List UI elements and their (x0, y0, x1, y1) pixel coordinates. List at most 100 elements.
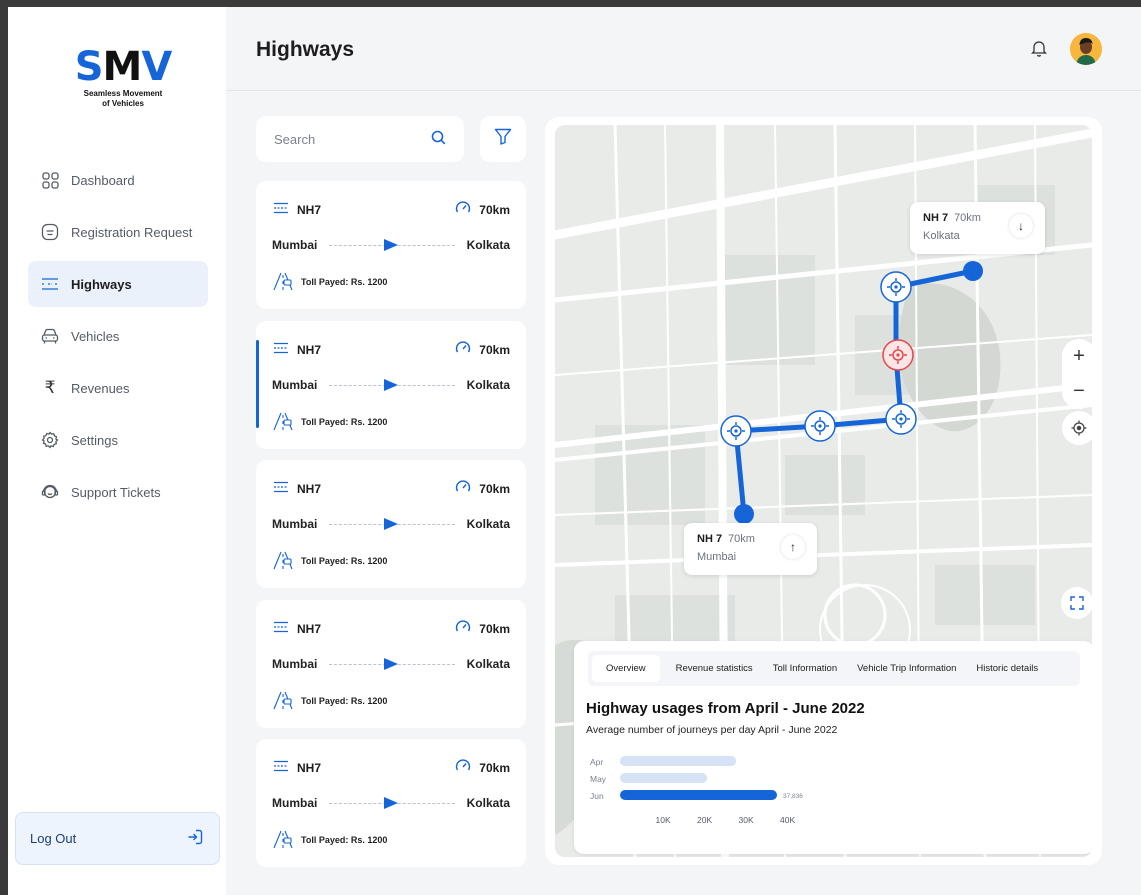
brand-mark: SMV (74, 44, 173, 90)
expand-icon (1070, 596, 1084, 610)
highway-icon (273, 342, 289, 357)
route-origin: Mumbai (272, 657, 318, 671)
fullscreen-button[interactable] (1061, 587, 1092, 619)
popup-highway-name: NH 7 (697, 533, 723, 545)
tab-revenue-statistics[interactable]: Revenue statistics (668, 655, 761, 682)
popup-highway-name: NH 7 (923, 212, 949, 224)
sidebar-item-dashboard[interactable]: Dashboard (28, 157, 208, 203)
map[interactable]: NH 7 70km Kolkata ↓ NH 7 70km Mumbai ↑ + − (555, 125, 1092, 857)
sidebar-item-label: Revenues (71, 380, 130, 396)
sidebar-item-revenues[interactable]: ₹ Revenues (28, 365, 208, 411)
route-start-popup[interactable]: NH 7 70km Mumbai ↑ (684, 523, 817, 575)
speedometer-icon (455, 619, 471, 638)
bell-icon[interactable] (1030, 39, 1048, 62)
zoom-in-button[interactable]: + (1073, 345, 1085, 368)
tab-vehicle-trip-information[interactable]: Vehicle Trip Information (849, 655, 964, 682)
avatar[interactable] (1070, 33, 1102, 65)
toll-road-icon (273, 411, 293, 433)
route-line (329, 379, 455, 391)
bar-category-label: May (590, 774, 607, 784)
highway-name: NH7 (297, 342, 322, 357)
route-arrow-icon (383, 379, 398, 391)
tab-overview[interactable]: Overview (592, 655, 660, 682)
toll-paid-text: Toll Payed: Rs. 1200 (301, 417, 388, 427)
arrow-down-icon[interactable]: ↓ (1009, 214, 1033, 238)
usage-bar-chart: Apr May Jun 37,836 10K 20K 30K 40K (590, 756, 803, 825)
bar-jun (620, 790, 778, 800)
search-icon[interactable] (431, 130, 446, 148)
route-line (329, 518, 455, 530)
toll-paid-text: Toll Payed: Rs. 1200 (301, 556, 388, 566)
route-origin: Mumbai (272, 796, 318, 810)
bar-apr (620, 756, 737, 766)
highway-name: NH7 (297, 481, 322, 496)
tab-historic-details[interactable]: Historic details (968, 655, 1046, 682)
page-header: Highways (226, 7, 1141, 91)
popup-city: Mumbai (697, 551, 737, 563)
sidebar-item-label: Support Tickets (71, 484, 161, 500)
route-origin: Mumbai (272, 238, 318, 252)
popup-city: Kolkata (923, 230, 960, 242)
selected-indicator (256, 340, 259, 428)
sidebar-item-support-tickets[interactable]: Support Tickets (28, 469, 208, 515)
zoom-out-button[interactable]: − (1073, 380, 1085, 403)
highway-card[interactable]: NH7 70km Mumbai Kolkata Toll Payed: Rs. 1200 (256, 460, 526, 588)
toll-road-icon (273, 690, 293, 712)
bar-category-label: Jun (590, 791, 604, 801)
tab-toll-information[interactable]: Toll Information (765, 655, 845, 682)
locate-button[interactable] (1062, 411, 1092, 445)
crosshair-icon (1071, 420, 1087, 436)
sidebar-item-settings[interactable]: Settings (28, 417, 208, 463)
sidebar-item-label: Vehicles (71, 328, 120, 344)
support-icon (41, 483, 59, 501)
bar-value-label: 37,836 (783, 793, 803, 800)
highway-card[interactable]: NH7 70km Mumbai Kolkata Toll Payed: Rs. 1200 (256, 739, 526, 867)
highway-distance: 70km (479, 760, 510, 775)
route-line (329, 658, 455, 670)
logout-icon (187, 829, 203, 848)
highway-icon (273, 760, 289, 775)
sidebar-item-label: Registration Request (71, 224, 193, 240)
checkpoint-icon (804, 410, 836, 442)
app-window: SMV Seamless Movement of Vehicles Dashbo… (8, 7, 1141, 895)
route-end-popup[interactable]: NH 7 70km Kolkata ↓ (910, 202, 1045, 254)
x-tick-label: 10K (656, 815, 671, 825)
brand-logo: SMV Seamless Movement of Vehicles (68, 45, 178, 109)
route-destination: Kolkata (466, 517, 510, 531)
arrow-up-icon[interactable]: ↑ (781, 535, 805, 559)
x-tick-label: 40K (780, 815, 795, 825)
speedometer-icon (455, 758, 471, 777)
sidebar-item-highways[interactable]: Highways (28, 261, 208, 307)
stats-card: Overview Revenue statistics Toll Informa… (574, 641, 1092, 854)
route-line (329, 797, 455, 809)
highway-distance: 70km (479, 621, 510, 636)
route-line (329, 239, 455, 251)
filter-button[interactable] (480, 116, 526, 162)
highway-name: NH7 (297, 621, 322, 636)
sidebar-item-vehicles[interactable]: Vehicles (28, 313, 208, 359)
stats-subtitle: Average number of journeys per day April… (586, 724, 838, 736)
search-input[interactable]: Search (274, 132, 315, 147)
highway-icon (41, 275, 59, 293)
popup-distance: 70km (954, 212, 981, 224)
zoom-control: + − (1062, 339, 1092, 409)
highway-card[interactable]: NH7 70km Mumbai Kolkata Toll Payed: Rs. 1200 (256, 321, 526, 449)
sidebar: SMV Seamless Movement of Vehicles Dashbo… (8, 7, 226, 895)
route-destination: Kolkata (466, 238, 510, 252)
sidebar-item-registration-request[interactable]: Registration Request (28, 209, 208, 255)
search-bar[interactable]: Search (256, 116, 464, 162)
checkpoint-icon (880, 271, 912, 303)
highway-icon (273, 481, 289, 496)
highway-card[interactable]: NH7 70km Mumbai Kolkata Toll Payed: Rs. 1200 (256, 600, 526, 728)
rupee-icon: ₹ (44, 378, 56, 397)
speedometer-icon (455, 479, 471, 498)
route-origin: Mumbai (272, 517, 318, 531)
page-title: Highways (256, 38, 355, 61)
grid-icon (41, 171, 59, 189)
bar-may (620, 773, 708, 783)
logout-button[interactable]: Log Out (15, 812, 220, 865)
highway-distance: 70km (479, 202, 510, 217)
x-tick-label: 20K (697, 815, 712, 825)
highway-name: NH7 (297, 202, 322, 217)
highway-card[interactable]: NH7 70km Mumbai Kolkata Toll Payed: Rs. 1200 (256, 181, 526, 309)
